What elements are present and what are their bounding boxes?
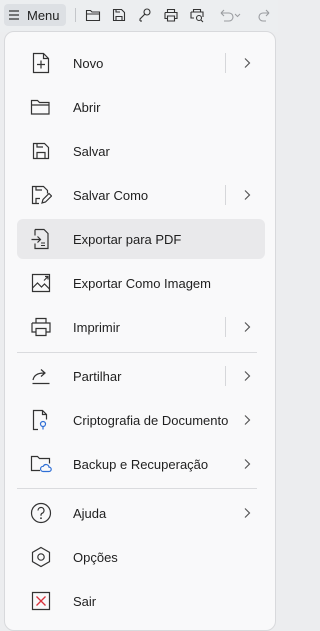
menu-divider [17, 488, 257, 489]
menu-item-imprimir[interactable]: Imprimir [17, 307, 265, 347]
menu-item-sair[interactable]: Sair [17, 581, 265, 621]
menu-item-opcoes[interactable]: Opções [17, 537, 265, 577]
options-icon [29, 545, 53, 569]
menu-item-salvar-como[interactable]: Salvar Como [17, 175, 265, 215]
help-icon [29, 501, 53, 525]
open-folder-icon[interactable] [82, 5, 104, 25]
encrypt-document-icon [29, 408, 53, 432]
exit-icon [29, 589, 53, 613]
undo-icon[interactable] [216, 5, 242, 25]
save-icon[interactable] [108, 5, 130, 25]
menu-item-label: Partilhar [73, 368, 122, 384]
submenu-divider [225, 317, 226, 337]
menu-item-ajuda[interactable]: Ajuda [17, 493, 265, 533]
chevron-right-icon[interactable] [237, 366, 257, 386]
menu-item-criptografia[interactable]: Criptografia de Documento [17, 400, 265, 440]
menu-item-backup[interactable]: Backup e Recuperação [17, 444, 265, 484]
print-preview-icon[interactable] [186, 5, 208, 25]
hamburger-icon [4, 10, 24, 20]
menu-item-partilhar[interactable]: Partilhar [17, 356, 265, 396]
menu-item-abrir[interactable]: Abrir [17, 87, 265, 127]
menu-item-label: Sair [73, 593, 97, 609]
submenu-divider [225, 366, 226, 386]
redo-icon[interactable] [254, 5, 276, 25]
menu-item-exportar-imagem[interactable]: Exportar Como Imagem [17, 263, 265, 303]
export-image-icon [29, 271, 53, 295]
menu-item-exportar-pdf[interactable]: Exportar para PDF [17, 219, 265, 259]
file-menu-panel: Novo Abrir Salvar Salvar Como Exportar p… [4, 31, 276, 631]
menu-item-label: Imprimir [73, 319, 120, 335]
save-as-icon [29, 183, 53, 207]
toolbar-separator [75, 8, 76, 22]
menu-button-label: Menu [27, 7, 60, 23]
export-pdf-icon [29, 227, 53, 251]
menu-divider [17, 352, 257, 353]
chevron-right-icon[interactable] [237, 185, 257, 205]
menu-item-label: Exportar Como Imagem [73, 275, 211, 291]
submenu-divider [225, 185, 226, 205]
share-icon[interactable] [134, 5, 156, 25]
share-icon [29, 364, 53, 388]
menu-button[interactable]: Menu [4, 4, 66, 26]
menu-item-label: Salvar Como [73, 187, 149, 203]
new-document-icon [29, 51, 53, 75]
menu-item-label: Ajuda [73, 505, 107, 521]
print-icon[interactable] [160, 5, 182, 25]
menu-item-label: Abrir [73, 99, 101, 115]
menu-item-salvar[interactable]: Salvar [17, 131, 265, 171]
submenu-divider [225, 53, 226, 73]
chevron-right-icon[interactable] [237, 454, 257, 474]
menu-item-label: Opções [73, 549, 118, 565]
menu-item-novo[interactable]: Novo [17, 43, 265, 83]
menu-item-label: Salvar [73, 143, 110, 159]
top-toolbar: Menu [0, 0, 278, 32]
menu-item-label: Criptografia de Documento [73, 412, 229, 428]
print-icon [29, 315, 53, 339]
open-folder-icon [29, 95, 53, 119]
chevron-right-icon[interactable] [237, 317, 257, 337]
chevron-right-icon[interactable] [237, 503, 257, 523]
menu-item-label: Novo [73, 55, 104, 71]
chevron-right-icon[interactable] [237, 410, 257, 430]
backup-cloud-icon [29, 452, 53, 476]
chevron-right-icon[interactable] [237, 53, 257, 73]
menu-item-label: Backup e Recuperação [73, 456, 209, 472]
save-icon [29, 139, 53, 163]
menu-item-label: Exportar para PDF [73, 231, 182, 247]
